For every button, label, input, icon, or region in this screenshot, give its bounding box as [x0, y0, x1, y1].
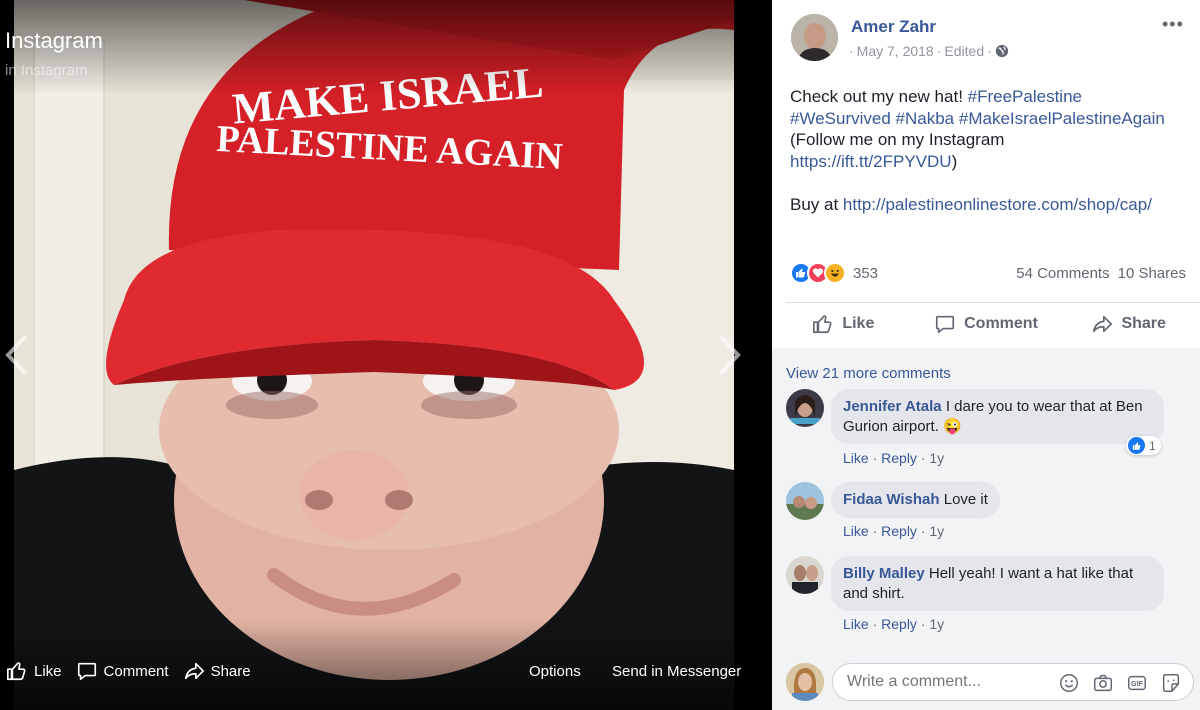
globe-icon — [995, 44, 1008, 58]
chevron-left-icon — [5, 334, 28, 376]
hashtag-wesurvived[interactable]: #WeSurvived — [790, 109, 891, 128]
share-button[interactable]: Share — [1057, 303, 1200, 345]
comment-age[interactable]: 1y — [929, 616, 944, 632]
post-action-bar: Like Comment Share — [772, 303, 1200, 345]
photo-share-label: Share — [210, 662, 251, 680]
commenter-name[interactable]: Jennifer Atala — [843, 398, 942, 415]
share-icon — [184, 662, 204, 680]
post-text-buy: Buy at — [790, 194, 843, 214]
post-text-close: ) — [951, 151, 958, 171]
author-name[interactable]: Amer Zahr — [851, 17, 936, 37]
share-label: Share — [1121, 315, 1166, 332]
haha-reaction-icon — [824, 262, 846, 284]
photo-comment-label: Comment — [103, 662, 169, 680]
comments-count[interactable]: 54 Comments — [1016, 265, 1109, 282]
comments-section: View 21 more comments Jennifer Atala I d… — [772, 348, 1200, 660]
gif-icon[interactable]: GIF — [1126, 672, 1148, 694]
commenter-avatar[interactable] — [786, 556, 824, 594]
post-date[interactable]: May 7, 2018 — [857, 43, 934, 59]
instagram-link[interactable]: https://ift.tt/2FPYVDU — [790, 152, 952, 171]
like-label: Like — [842, 315, 875, 332]
commenter-name[interactable]: Fidaa Wishah — [843, 491, 940, 508]
thumbs-up-icon — [7, 662, 26, 681]
comment-bubble: Billy Malley Hell yeah! I want a hat lik… — [831, 556, 1164, 611]
post-photo[interactable]: MAKE ISRAEL PALESTINE AGAIN — [14, 0, 734, 710]
comment-button[interactable]: Comment — [915, 303, 1058, 345]
photo-action-bar: Like Comment Share — [6, 660, 251, 682]
comment-composer: GIF — [772, 655, 1200, 710]
comment-reply-link[interactable]: Reply — [881, 450, 917, 466]
comment-reaction-count[interactable]: 1 — [1126, 436, 1161, 455]
post-sidebar: Amer Zahr · May 7, 2018 · Edited · ••• C… — [772, 0, 1200, 710]
composer-tools: GIF — [1058, 672, 1182, 694]
send-in-messenger-button[interactable]: Send in Messenger — [612, 663, 741, 680]
photo-comment-button[interactable]: Comment — [76, 660, 169, 682]
album-prefix: in — [5, 62, 17, 79]
comment-meta: Like · Reply · 1y — [843, 616, 945, 632]
top-shade — [0, 0, 772, 95]
current-user-avatar — [786, 663, 824, 701]
like-button[interactable]: Like — [772, 303, 915, 345]
comment-meta: Like · Reply · 1y — [843, 523, 945, 539]
shares-count[interactable]: 10 Shares — [1118, 265, 1186, 282]
comment-reply-link[interactable]: Reply — [881, 616, 917, 632]
comment-age[interactable]: 1y — [929, 450, 944, 466]
comment-text: Love it — [943, 491, 988, 508]
svg-text:GIF: GIF — [1131, 679, 1144, 688]
post-text-intro: Check out my new hat! — [790, 87, 968, 106]
commenter-avatar[interactable] — [786, 389, 824, 427]
photo-like-button[interactable]: Like — [6, 660, 62, 682]
comment-meta: Like · Reply · 1y — [843, 450, 945, 466]
reaction-summary[interactable]: 353 — [790, 262, 878, 284]
comment-reaction-number: 1 — [1149, 438, 1156, 453]
comment-reply-link[interactable]: Reply — [881, 523, 917, 539]
emoji-icon[interactable] — [1058, 672, 1080, 694]
comment-like-link[interactable]: Like — [843, 450, 869, 466]
album-subtitle: in Instagram — [5, 62, 88, 79]
comment-label: Comment — [964, 315, 1038, 332]
edited-label[interactable]: Edited — [944, 43, 984, 59]
like-reaction-icon — [1128, 437, 1145, 454]
thumbs-up-icon — [813, 315, 832, 334]
reaction-count: 353 — [853, 264, 879, 282]
previous-photo-button[interactable] — [2, 332, 32, 378]
hashtag-nakba[interactable]: #Nakba — [896, 109, 955, 128]
photo-like-label: Like — [34, 662, 62, 680]
photo-viewer: MAKE ISRAEL PALESTINE AGAIN Instagram in… — [0, 0, 772, 710]
commenter-avatar[interactable] — [786, 482, 824, 520]
next-photo-button[interactable] — [714, 332, 744, 378]
hashtag-freepalestine[interactable]: #FreePalestine — [968, 87, 1082, 106]
comment-bubble: Fidaa Wishah Love it — [831, 482, 1000, 518]
photo-options-button[interactable]: Options — [529, 663, 581, 680]
comment-icon — [936, 315, 955, 334]
engagement-counts: 54 Comments 10 Shares — [1016, 265, 1186, 282]
comment-like-link[interactable]: Like — [843, 616, 869, 632]
sticker-icon[interactable] — [1160, 672, 1182, 694]
comment-like-link[interactable]: Like — [843, 523, 869, 539]
share-icon — [1093, 315, 1113, 333]
store-link[interactable]: http://palestineonlinestore.com/shop/cap… — [843, 195, 1152, 214]
author-avatar-image — [791, 14, 838, 61]
author-avatar[interactable] — [791, 14, 838, 61]
chevron-right-icon — [718, 334, 741, 376]
view-more-comments-link[interactable]: View 21 more comments — [786, 365, 951, 382]
album-link[interactable]: Instagram — [21, 62, 88, 79]
comment-bubble: Jennifer Atala I dare you to wear that a… — [831, 389, 1164, 444]
camera-icon[interactable] — [1092, 672, 1114, 694]
commenter-name[interactable]: Billy Malley — [843, 565, 925, 582]
comment-icon — [77, 662, 96, 681]
post-text-follow: (Follow me on my Instagram — [790, 130, 1005, 149]
album-title[interactable]: Instagram — [5, 28, 103, 54]
hashtag-makeisraelpalestineagain[interactable]: #MakeIsraelPalestineAgain — [959, 109, 1165, 128]
more-options-icon[interactable]: ••• — [1162, 14, 1184, 35]
photo-share-button[interactable]: Share — [183, 660, 251, 682]
photo-illustration: MAKE ISRAEL PALESTINE AGAIN — [14, 0, 734, 710]
post-body: Check out my new hat! #FreePalestine #We… — [790, 86, 1190, 215]
comment-age[interactable]: 1y — [929, 523, 944, 539]
post-meta: · May 7, 2018 · Edited · — [849, 43, 1009, 59]
